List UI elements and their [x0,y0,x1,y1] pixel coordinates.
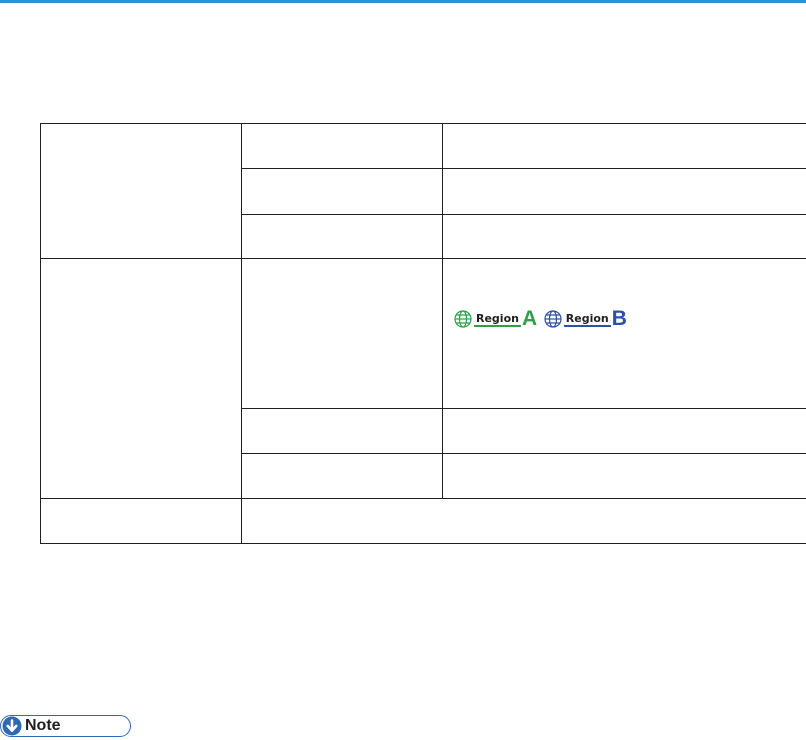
value-cell [442,123,806,169]
region-letter: B [611,307,627,330]
value-cell [442,408,806,454]
group-cell-3 [40,498,242,544]
merged-value-cell [241,498,806,544]
value-cell [442,453,806,499]
region-word: Region [474,311,521,327]
region-a-badge: Region A [453,307,538,330]
spec-table: Region A Region B [40,123,806,544]
value-cell [442,168,806,215]
value-cell [442,214,806,259]
group-cell-1 [40,123,242,259]
table-row: Region A Region B [40,258,806,499]
region-value-cell: Region A Region B [442,258,806,409]
item-cell [241,408,443,454]
table-row [40,123,806,259]
globe-icon [544,310,562,328]
globe-icon [454,310,472,328]
region-word: Region [563,311,611,327]
group-cell-2 [40,258,242,499]
item-cell [241,258,443,409]
top-rule [0,0,806,3]
down-arrow-icon [2,716,22,736]
note-label: Note [25,717,61,734]
note-heading: Note [0,715,131,737]
region-letter: A [521,307,538,330]
item-cell [241,168,443,215]
item-cell [241,453,443,499]
item-cell [241,214,443,259]
item-cell [241,123,443,169]
region-b-badge: Region B [543,307,627,330]
table-row [40,498,806,544]
